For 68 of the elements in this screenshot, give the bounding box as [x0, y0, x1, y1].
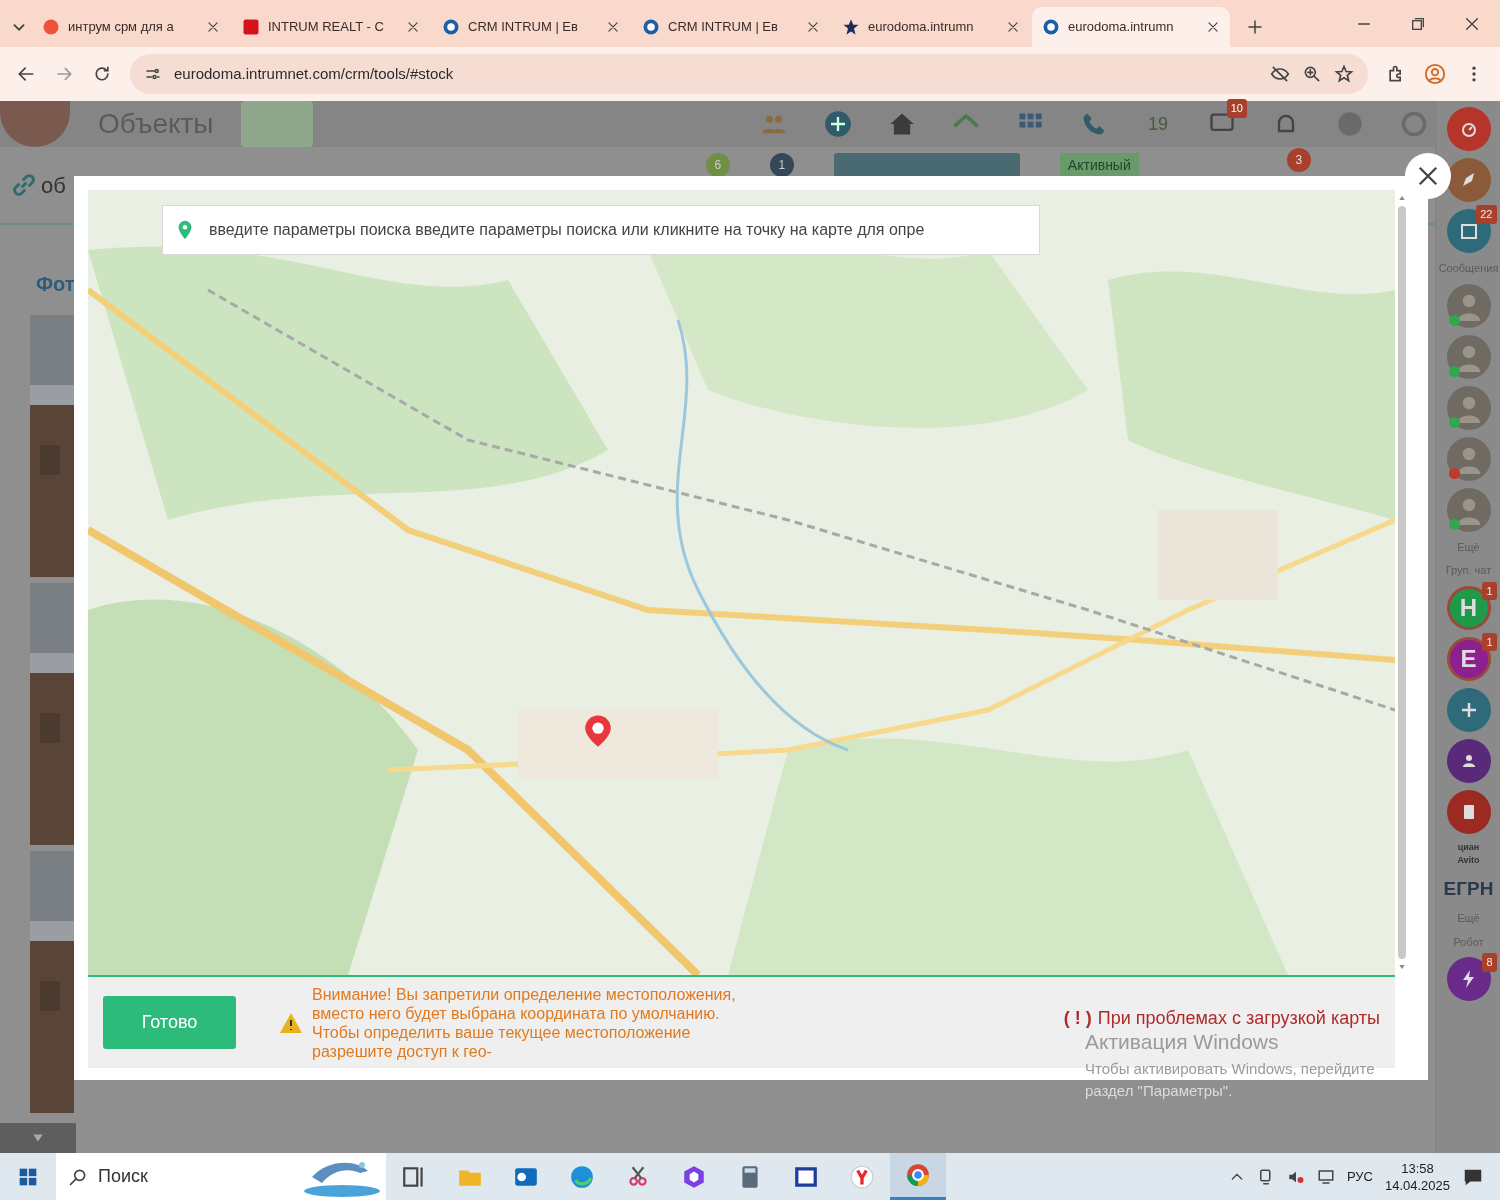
- browser-tab[interactable]: eurodoma.intrumn: [832, 7, 1030, 47]
- activation-text: Чтобы активировать Windows, перейдите: [1085, 1058, 1375, 1079]
- count-badge: 1: [769, 153, 794, 177]
- alert-mark: ( ! ): [1063, 1008, 1092, 1028]
- count-badge: 10: [1226, 99, 1247, 118]
- hexagon-icon[interactable]: [681, 1163, 707, 1190]
- language-indicator[interactable]: РУС: [1346, 1166, 1373, 1187]
- tab-favicon-icon: [1042, 18, 1060, 36]
- taskbar-search[interactable]: Поиск: [56, 1153, 386, 1200]
- link-icon: [10, 171, 38, 199]
- restore-icon[interactable]: [1410, 15, 1426, 32]
- tab-favicon-icon: [242, 18, 260, 36]
- scrollbar-thumb[interactable]: [1398, 206, 1406, 959]
- scroll-down-icon[interactable]: [1397, 963, 1407, 971]
- count-badge: 6: [705, 153, 730, 177]
- count-badge: 22: [1476, 205, 1497, 224]
- tab-favicon-icon: [442, 18, 460, 36]
- close-icon[interactable]: [606, 20, 620, 34]
- search-field[interactable]: введите параметры поиска введите параметры поиска или кликните на точку на карте для опре: [162, 205, 1040, 255]
- section-title: Фот: [36, 272, 76, 297]
- yandex-browser-icon[interactable]: [849, 1163, 875, 1190]
- status-badge: Активный: [1059, 152, 1139, 178]
- clock-time[interactable]: 13:58: [1401, 1159, 1434, 1177]
- activation-title: Активация Windows: [1085, 1029, 1280, 1055]
- record-title: об: [41, 171, 66, 200]
- warning-message: Внимание! Вы запретили определение местоположения, вместо него будет выбрана координата по умолчанию. Чтобы определить ваше текущее местоположение разрешите доступ к гео-: [312, 984, 737, 1061]
- lightning-button[interactable]: [1446, 957, 1491, 1001]
- browser-tab[interactable]: CRM INTRUM | Ев: [632, 7, 830, 47]
- browser-tab[interactable]: INTRUM REALT - С: [232, 7, 430, 47]
- chrome-icon[interactable]: [905, 1162, 931, 1188]
- star-icon: [842, 18, 860, 36]
- network-icon[interactable]: [1316, 1167, 1335, 1186]
- timer-button[interactable]: [1446, 107, 1491, 151]
- calendar-button[interactable]: [1446, 209, 1491, 253]
- count-badge: 1: [1482, 632, 1497, 651]
- activation-text: раздел "Параметры".: [1085, 1081, 1234, 1101]
- clock-date[interactable]: 14.04.2025: [1384, 1176, 1450, 1194]
- windows-logo-icon: [18, 1166, 38, 1187]
- close-icon[interactable]: [1206, 20, 1220, 34]
- count-badge: 1: [1482, 581, 1497, 600]
- browser-icon[interactable]: [569, 1163, 595, 1190]
- add-icon[interactable]: [824, 110, 852, 138]
- eye-off-icon[interactable]: [1270, 64, 1290, 84]
- reload-icon[interactable]: [92, 64, 112, 84]
- zoom-icon[interactable]: [1302, 64, 1322, 84]
- address-bar[interactable]: eurodoma.intrumnet.com/crm/tools/#stock: [130, 54, 1368, 94]
- scroll-up-icon[interactable]: [1397, 194, 1407, 202]
- browser-tab[interactable]: интрум срм для а: [32, 7, 230, 47]
- browser-tab[interactable]: CRM INTRUM | Ев: [432, 7, 630, 47]
- count-badge: 8: [1482, 953, 1497, 972]
- alert-badge: 3: [1286, 148, 1311, 172]
- tab-favicon-icon: [42, 18, 60, 36]
- profile-icon[interactable]: [1424, 63, 1446, 85]
- close-icon[interactable]: [1464, 15, 1480, 32]
- close-icon: [1417, 165, 1439, 187]
- cian-logo[interactable]: циан: [1457, 840, 1480, 854]
- close-icon[interactable]: [206, 20, 220, 34]
- close-icon[interactable]: [1006, 20, 1020, 34]
- browser-tab[interactable]: eurodoma.intrumn: [1032, 7, 1230, 47]
- star-icon[interactable]: [1334, 64, 1354, 84]
- close-icon[interactable]: [806, 20, 820, 34]
- avito-logo[interactable]: Avito: [1457, 854, 1480, 868]
- map-problem-link[interactable]: При проблемах с загрузкой карты: [1097, 1008, 1380, 1028]
- tab-favicon-icon: [642, 18, 660, 36]
- new-tab-icon[interactable]: [1246, 18, 1264, 36]
- back-icon[interactable]: [16, 64, 36, 84]
- pen-button[interactable]: [1446, 158, 1491, 202]
- close-icon[interactable]: [406, 20, 420, 34]
